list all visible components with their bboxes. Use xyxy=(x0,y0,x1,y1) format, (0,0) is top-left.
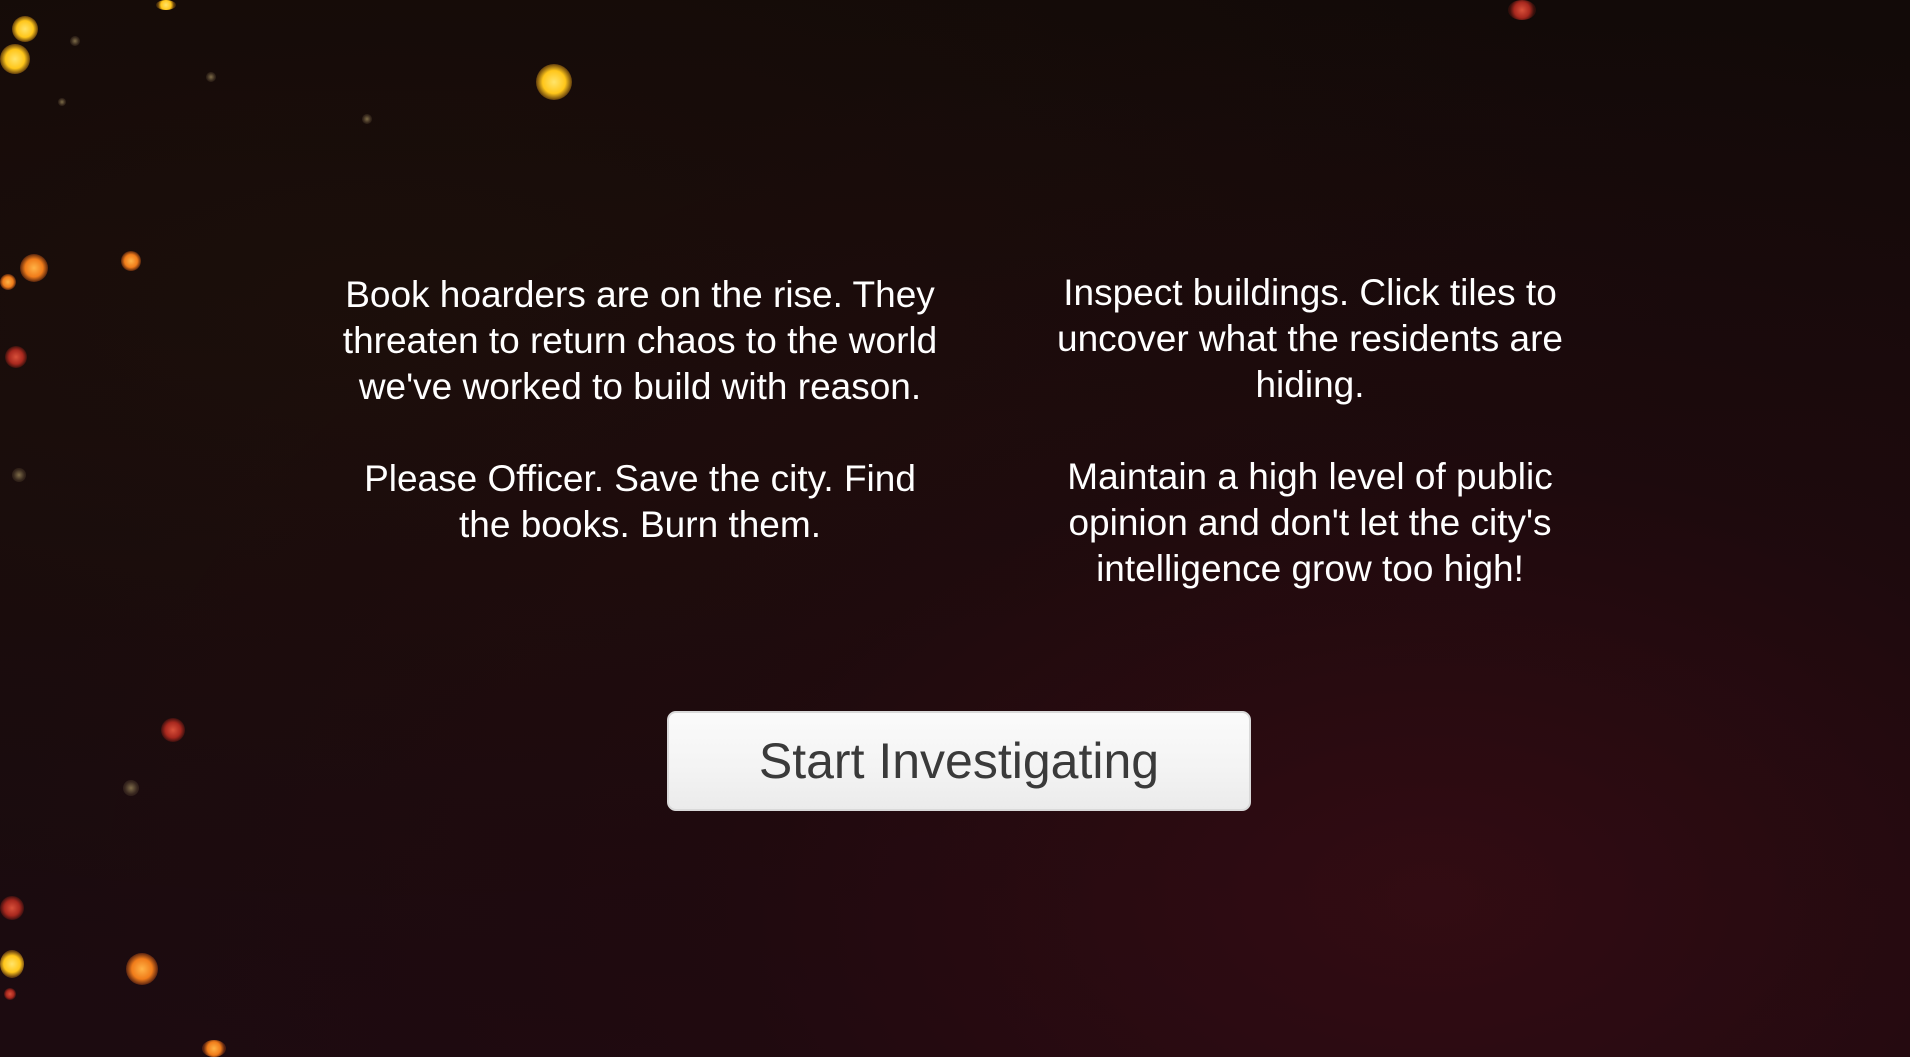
ember-particle xyxy=(4,988,16,1000)
start-investigating-button[interactable]: Start Investigating xyxy=(667,711,1251,811)
ember-particle xyxy=(121,251,141,271)
intro-instructions-text: Inspect buildings. Click tiles to uncove… xyxy=(1010,270,1610,592)
intro-instructions-paragraph: Maintain a high level of public opinion … xyxy=(1067,456,1553,589)
ember-particle xyxy=(1508,0,1536,20)
intro-story-paragraph: Please Officer. Save the city. Find the … xyxy=(364,458,916,545)
ember-particle xyxy=(0,950,24,978)
intro-story-paragraph: Book hoarders are on the rise. They thre… xyxy=(342,274,938,407)
ember-particle xyxy=(5,346,27,368)
ember-particle xyxy=(70,36,80,46)
ember-particle xyxy=(123,780,139,796)
ember-particle xyxy=(362,114,372,124)
ember-particle xyxy=(20,254,48,282)
ember-particle xyxy=(0,274,16,290)
ember-particle xyxy=(202,1040,226,1057)
intro-instructions-paragraph: Inspect buildings. Click tiles to uncove… xyxy=(1057,272,1563,405)
ember-particle xyxy=(0,44,30,74)
ember-particle xyxy=(58,98,66,106)
ember-particle xyxy=(12,16,38,42)
intro-story-text: Book hoarders are on the rise. They thre… xyxy=(340,272,940,548)
ember-particle xyxy=(536,64,572,100)
ember-particle xyxy=(206,72,216,82)
ember-particles-background xyxy=(0,0,1910,1057)
ember-particle xyxy=(126,953,158,985)
ember-particle xyxy=(12,468,26,482)
ember-particle xyxy=(161,718,185,742)
ember-particle xyxy=(156,0,176,10)
ember-particle xyxy=(0,896,24,920)
